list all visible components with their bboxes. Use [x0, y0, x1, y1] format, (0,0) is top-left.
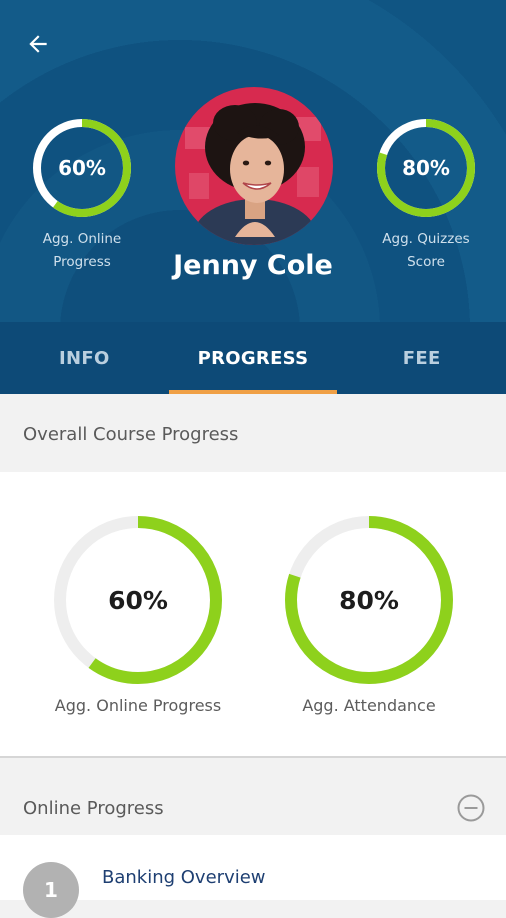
profile-photo [175, 87, 333, 245]
overall-progress-card: 60% Agg. Online Progress 80% Agg. Attend… [0, 472, 506, 756]
item-title: Banking Overview [102, 867, 266, 888]
agg-online-progress-ring: 60% [54, 516, 222, 684]
quizzes-score-ring: 80% [377, 119, 475, 217]
collapse-button[interactable] [456, 793, 486, 823]
minus-circle-icon [457, 794, 485, 822]
agg-attendance-value: 80% [339, 586, 399, 615]
overall-progress-heading: Overall Course Progress [23, 423, 239, 445]
avatar [175, 87, 333, 245]
section-divider [0, 756, 506, 758]
online-progress-label-1: Agg. Online [42, 231, 122, 247]
online-progress-value: 60% [58, 156, 106, 180]
agg-attendance-ring: 80% [285, 516, 453, 684]
agg-attendance: 80% Agg. Attendance [269, 512, 469, 715]
arrow-left-icon [29, 35, 47, 53]
quizzes-score-stat: 80% Agg. Quizzes Score [366, 116, 486, 274]
agg-online-progress: 60% Agg. Online Progress [38, 512, 238, 715]
agg-attendance-label: Agg. Attendance [302, 696, 436, 715]
agg-online-progress-label: Agg. Online Progress [54, 696, 222, 715]
tab-info[interactable]: INFO [0, 322, 169, 394]
quizzes-score-label-1: Agg. Quizzes [382, 231, 470, 247]
agg-online-progress-value: 60% [108, 586, 168, 615]
tab-progress[interactable]: PROGRESS [168, 322, 338, 394]
tab-bar: INFO PROGRESS FEE [0, 322, 506, 394]
quizzes-score-label-2: Score [407, 254, 445, 270]
back-button[interactable] [22, 28, 54, 60]
online-progress-ring: 60% [33, 119, 131, 217]
item-number-badge: 1 [23, 862, 79, 918]
profile-header: 60% Agg. Online Progress Jenny Cole 80% … [0, 0, 506, 322]
quizzes-score-value: 80% [402, 156, 450, 180]
tab-fee[interactable]: FEE [337, 322, 506, 394]
list-item[interactable]: 1 Banking Overview [0, 835, 506, 918]
